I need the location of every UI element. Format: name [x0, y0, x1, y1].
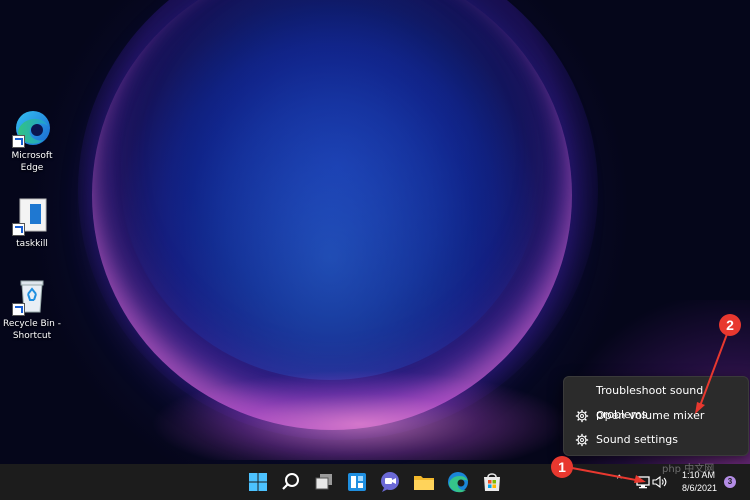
- chat-icon[interactable]: [378, 470, 402, 494]
- notification-badge[interactable]: 3: [724, 476, 736, 488]
- recycle-bin-icon: [12, 276, 52, 316]
- edge-icon: [12, 108, 52, 148]
- watermark: php 中文网: [662, 464, 715, 475]
- callout-arrow-1: [571, 467, 646, 483]
- store-icon[interactable]: [480, 470, 504, 494]
- desktop-icon-label-line1: taskkill: [16, 239, 48, 249]
- desktop-icon-label-line1: Recycle Bin -: [3, 319, 61, 329]
- desktop-icon-microsoft-edge[interactable]: Microsoft Edge: [0, 108, 64, 174]
- desktop-icon-taskkill[interactable]: taskkill: [0, 196, 64, 250]
- desktop-icon-label-line2: Shortcut: [12, 331, 52, 341]
- gear-icon: [575, 409, 589, 423]
- file-explorer-icon[interactable]: [412, 470, 436, 494]
- desktop-icon-label-line1: Microsoft: [11, 151, 53, 161]
- gear-icon: [575, 433, 589, 447]
- desktop-wallpaper: Microsoft Edge taskkill Recycle Bin - Sh…: [0, 0, 750, 464]
- shortcut-arrow-icon: [12, 135, 25, 148]
- task-view-icon[interactable]: [312, 470, 336, 494]
- file-icon: [12, 196, 52, 236]
- callout-arrow-2: [695, 333, 728, 414]
- shortcut-arrow-icon: [12, 303, 25, 316]
- widgets-icon[interactable]: [345, 470, 369, 494]
- search-icon[interactable]: [279, 470, 303, 494]
- edge-icon[interactable]: [446, 470, 470, 494]
- menu-item-sound-settings[interactable]: Sound settings: [564, 428, 748, 452]
- tray-date[interactable]: 8/6/2021: [682, 483, 717, 493]
- wallpaper-glow-bottom: [150, 370, 570, 460]
- volume-icon[interactable]: [652, 475, 668, 489]
- start-icon[interactable]: [246, 470, 270, 494]
- desktop-icon-label-line2: Edge: [20, 163, 44, 173]
- desktop-icon-recycle-bin[interactable]: Recycle Bin - Shortcut: [0, 276, 64, 342]
- shortcut-arrow-icon: [12, 223, 25, 236]
- menu-item-label: Sound settings: [596, 433, 679, 446]
